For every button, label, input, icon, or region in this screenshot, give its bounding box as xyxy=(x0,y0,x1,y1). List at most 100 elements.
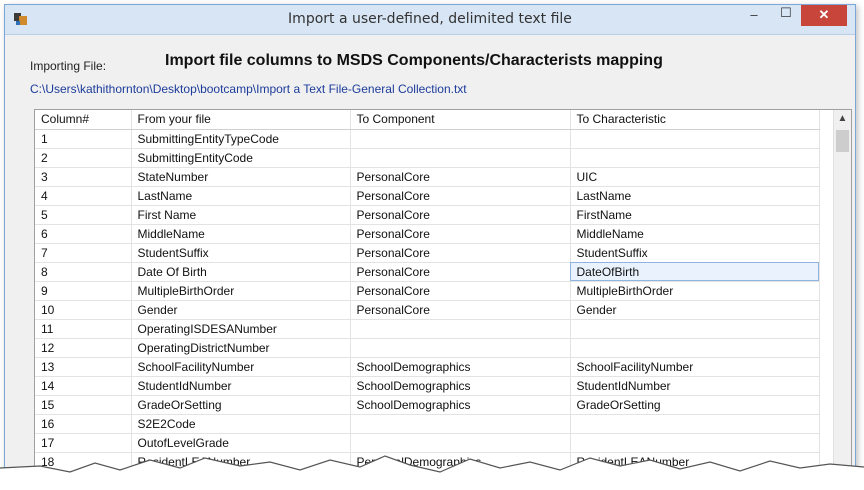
cell-from-file[interactable]: LastName xyxy=(131,186,351,206)
cell-from-file[interactable]: MiddleName xyxy=(131,224,351,244)
grid-body: 1 SubmittingEntityTypeCode 2 SubmittingEnti… xyxy=(35,129,820,488)
cell-to-characteristic[interactable] xyxy=(570,129,820,149)
cell-column-number[interactable]: 5 xyxy=(35,205,132,225)
cell-to-characteristic[interactable] xyxy=(570,148,820,168)
table-row[interactable]: 9 MultipleBirthOrder PersonalCore MultipleB… xyxy=(35,281,820,301)
cell-from-file[interactable]: StudentIdNumber xyxy=(131,376,351,396)
cell-to-characteristic[interactable] xyxy=(570,338,820,358)
cell-column-number[interactable]: 15 xyxy=(35,395,132,415)
title-bar[interactable]: Import a user-defined, delimited text fi… xyxy=(5,5,855,35)
cell-to-component[interactable] xyxy=(350,129,571,149)
mapping-table: Column# From your file To Component To C… xyxy=(35,110,820,488)
cell-from-file[interactable]: MultipleBirthOrder xyxy=(131,281,351,301)
table-row[interactable]: 1 SubmittingEntityTypeCode xyxy=(35,129,820,149)
maximize-button[interactable]: ☐ xyxy=(771,5,801,25)
cell-to-characteristic[interactable]: LastName xyxy=(570,186,820,206)
mapping-grid[interactable]: Column# From your file To Component To C… xyxy=(34,109,852,489)
cell-to-characteristic[interactable]: StudentIdNumber xyxy=(570,376,820,396)
cell-to-characteristic[interactable]: GradeOrSetting xyxy=(570,395,820,415)
table-row[interactable]: 15 GradeOrSetting SchoolDemographics GradeO… xyxy=(35,395,820,415)
cell-to-characteristic[interactable]: MiddleName xyxy=(570,224,820,244)
close-button[interactable]: ✕ xyxy=(801,5,847,26)
cell-to-component[interactable] xyxy=(350,338,571,358)
cell-from-file[interactable]: GradeOrSetting xyxy=(131,395,351,415)
minimize-button[interactable]: – xyxy=(739,7,769,27)
table-row[interactable]: 4 LastName PersonalCore LastName xyxy=(35,186,820,206)
importing-file-label: Importing File: xyxy=(30,59,107,73)
cell-to-component[interactable]: PersonalCore xyxy=(350,300,571,320)
cell-from-file[interactable]: First Name xyxy=(131,205,351,225)
cell-to-component[interactable]: SchoolDemographics xyxy=(350,357,571,377)
cell-column-number[interactable]: 11 xyxy=(35,319,132,339)
column-header-number[interactable]: Column# xyxy=(35,110,132,130)
cell-from-file[interactable]: Gender xyxy=(131,300,351,320)
cell-to-component[interactable]: PersonalCore xyxy=(350,281,571,301)
cell-from-file[interactable]: Date Of Birth xyxy=(131,262,351,282)
table-row[interactable]: 10 Gender PersonalCore Gender xyxy=(35,300,820,320)
table-row[interactable]: 16 S2E2Code xyxy=(35,414,820,434)
cell-to-characteristic[interactable]: MultipleBirthOrder xyxy=(570,281,820,301)
cell-to-component[interactable]: SchoolDemographics xyxy=(350,395,571,415)
cell-column-number[interactable]: 7 xyxy=(35,243,132,263)
column-header-characteristic[interactable]: To Characteristic xyxy=(570,110,820,130)
cell-to-component[interactable]: PersonalCore xyxy=(350,224,571,244)
table-row[interactable]: 13 SchoolFacilityNumber SchoolDemographics… xyxy=(35,357,820,377)
scroll-thumb[interactable] xyxy=(836,130,849,152)
cell-to-component[interactable] xyxy=(350,319,571,339)
table-row[interactable]: 3 StateNumber PersonalCore UIC xyxy=(35,167,820,187)
table-row[interactable]: 12 OperatingDistrictNumber xyxy=(35,338,820,358)
cell-from-file[interactable]: S2E2Code xyxy=(131,414,351,434)
cell-column-number[interactable]: 10 xyxy=(35,300,132,320)
cell-to-component[interactable]: SchoolDemographics xyxy=(350,376,571,396)
cell-column-number[interactable]: 14 xyxy=(35,376,132,396)
cell-to-component[interactable] xyxy=(350,148,571,168)
cell-column-number[interactable]: 2 xyxy=(35,148,132,168)
file-path: C:\Users\kathithornton\Desktop\bootcamp\… xyxy=(30,82,467,96)
table-row[interactable]: 14 StudentIdNumber SchoolDemographics Stude… xyxy=(35,376,820,396)
cell-to-component[interactable]: PersonalCore xyxy=(350,167,571,187)
cell-column-number[interactable]: 16 xyxy=(35,414,132,434)
table-row[interactable]: 7 StudentSuffix PersonalCore StudentSuffix xyxy=(35,243,820,263)
cell-column-number[interactable]: 1 xyxy=(35,129,132,149)
cell-column-number[interactable]: 4 xyxy=(35,186,132,206)
scroll-up-arrow-icon[interactable]: ▲ xyxy=(834,110,851,127)
cell-from-file[interactable]: SchoolFacilityNumber xyxy=(131,357,351,377)
vertical-scrollbar[interactable]: ▲ xyxy=(833,110,851,488)
cell-from-file[interactable]: OperatingISDESANumber xyxy=(131,319,351,339)
window-title: Import a user-defined, delimited text fi… xyxy=(288,11,572,27)
cell-to-component[interactable]: PersonalCore xyxy=(350,262,571,282)
cell-to-component[interactable]: PersonalCore xyxy=(350,186,571,206)
cell-from-file[interactable]: StudentSuffix xyxy=(131,243,351,263)
cell-to-component[interactable]: PersonalCore xyxy=(350,205,571,225)
cell-column-number[interactable]: 13 xyxy=(35,357,132,377)
table-row[interactable]: 8 Date Of Birth PersonalCore DateOfBirth xyxy=(35,262,820,282)
cell-from-file[interactable]: SubmittingEntityTypeCode xyxy=(131,129,351,149)
cell-to-characteristic[interactable]: StudentSuffix xyxy=(570,243,820,263)
table-row[interactable]: 5 First Name PersonalCore FirstName xyxy=(35,205,820,225)
cell-to-component[interactable] xyxy=(350,414,571,434)
cell-from-file[interactable]: SubmittingEntityCode xyxy=(131,148,351,168)
torn-edge-decoration xyxy=(0,455,864,490)
cell-from-file[interactable]: StateNumber xyxy=(131,167,351,187)
cell-to-characteristic[interactable]: FirstName xyxy=(570,205,820,225)
cell-to-component[interactable]: PersonalCore xyxy=(350,243,571,263)
cell-column-number[interactable]: 9 xyxy=(35,281,132,301)
cell-column-number[interactable]: 12 xyxy=(35,338,132,358)
cell-to-characteristic[interactable]: DateOfBirth xyxy=(570,262,820,282)
import-dialog-window: Import a user-defined, delimited text fi… xyxy=(4,4,856,490)
cell-to-characteristic[interactable] xyxy=(570,414,820,434)
column-header-component[interactable]: To Component xyxy=(350,110,571,130)
column-header-from[interactable]: From your file xyxy=(131,110,351,130)
table-row[interactable]: 2 SubmittingEntityCode xyxy=(35,148,820,168)
cell-to-characteristic[interactable]: SchoolFacilityNumber xyxy=(570,357,820,377)
table-row[interactable]: 11 OperatingISDESANumber xyxy=(35,319,820,339)
cell-column-number[interactable]: 6 xyxy=(35,224,132,244)
cell-to-characteristic[interactable] xyxy=(570,319,820,339)
cell-to-characteristic[interactable]: Gender xyxy=(570,300,820,320)
cell-column-number[interactable]: 8 xyxy=(35,262,132,282)
header-row: Column# From your file To Component To C… xyxy=(35,110,820,130)
cell-from-file[interactable]: OperatingDistrictNumber xyxy=(131,338,351,358)
table-row[interactable]: 6 MiddleName PersonalCore MiddleName xyxy=(35,224,820,244)
cell-to-characteristic[interactable]: UIC xyxy=(570,167,820,187)
cell-column-number[interactable]: 3 xyxy=(35,167,132,187)
